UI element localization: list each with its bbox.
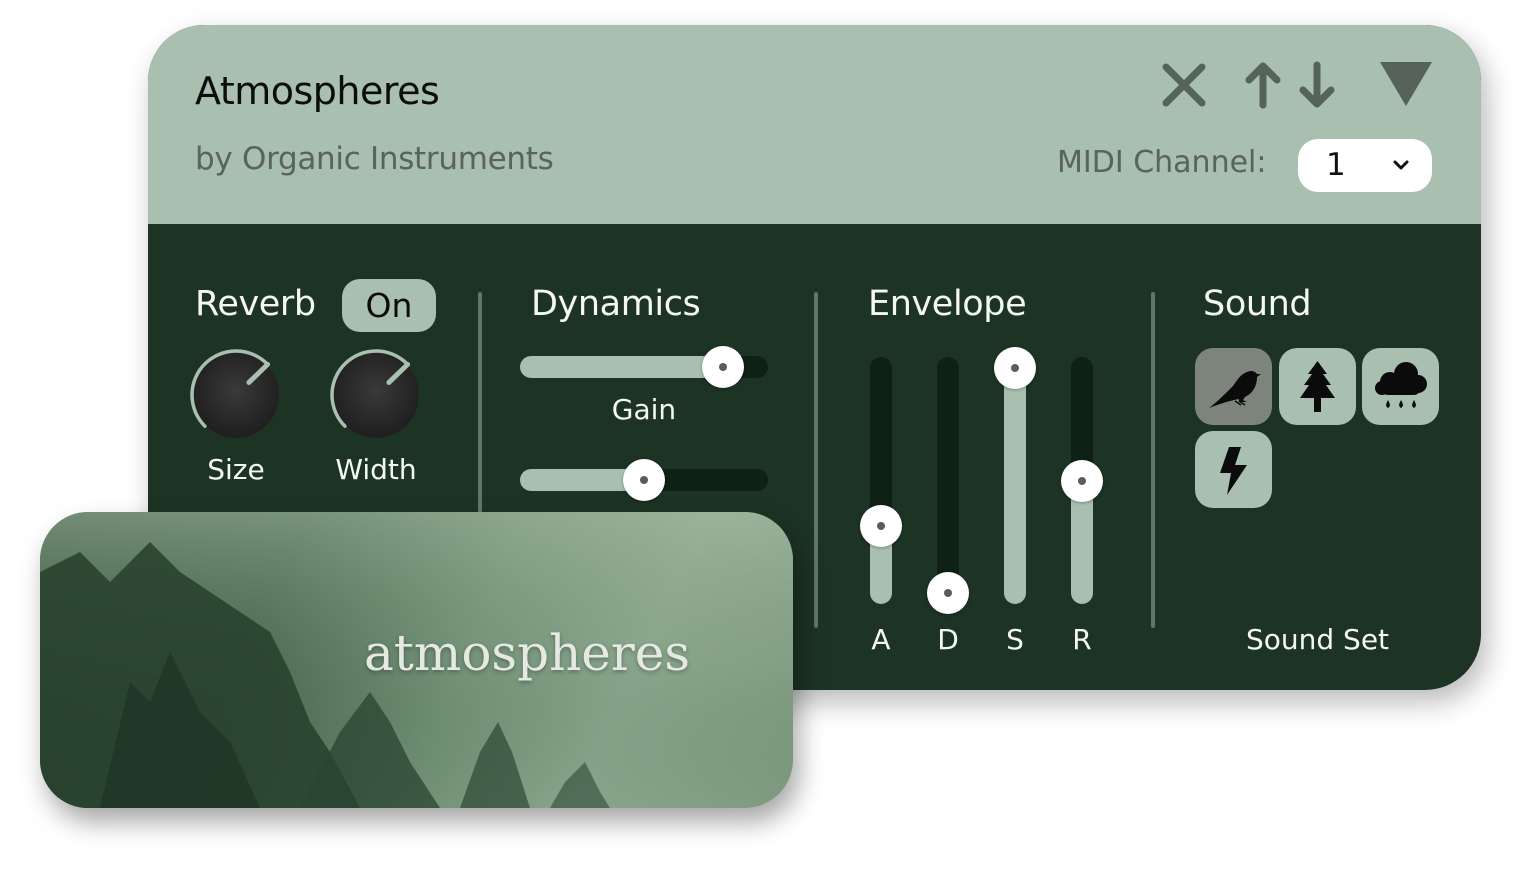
sustain-slider[interactable] (994, 347, 1036, 604)
reverb-size-knob[interactable] (186, 345, 286, 445)
knob-label-width: Width (335, 453, 417, 486)
sound-button-tree[interactable] (1279, 348, 1356, 425)
envelope-label-r: R (1072, 623, 1092, 656)
attack-slider[interactable] (860, 357, 902, 604)
envelope-label-s: S (1006, 623, 1024, 656)
collapse-triangle-icon[interactable] (1378, 60, 1434, 112)
reverb-toggle[interactable]: On (342, 279, 436, 332)
section-divider (1151, 292, 1155, 628)
arrow-down-icon[interactable] (1298, 61, 1336, 113)
reverb-title: Reverb (195, 284, 316, 324)
slider-thumb[interactable] (1061, 459, 1103, 502)
reverb-width-knob[interactable] (326, 345, 426, 445)
chevron-down-icon (1392, 157, 1410, 176)
gain-slider[interactable] (520, 346, 768, 388)
knob-label-size: Size (207, 453, 265, 486)
midi-channel-select[interactable]: 1 (1298, 139, 1432, 192)
slider-thumb[interactable] (702, 346, 745, 388)
instrument-author: by Organic Instruments (195, 141, 554, 177)
sound-button-lightning[interactable] (1195, 431, 1272, 508)
bird-icon (1209, 370, 1261, 408)
slider-thumb[interactable] (994, 347, 1036, 389)
panel-header: Atmospheres by Organic Instruments MIDI … (148, 25, 1481, 224)
instrument-title: Atmospheres (195, 69, 440, 113)
close-icon[interactable] (1160, 61, 1208, 113)
sound-set-label: Sound Set (1245, 623, 1390, 656)
artwork-card: atmospheres (40, 512, 793, 808)
midi-channel-label: MIDI Channel: (1057, 145, 1267, 180)
arrow-up-icon[interactable] (1244, 61, 1282, 113)
section-divider (814, 292, 818, 628)
release-slider[interactable] (1061, 357, 1103, 604)
sound-button-rain[interactable] (1362, 348, 1439, 425)
dynamics-slider-2[interactable] (520, 459, 768, 501)
slider-thumb[interactable] (860, 504, 902, 547)
slider-fill (1004, 357, 1026, 604)
sound-title: Sound (1203, 284, 1312, 324)
envelope-label-a: A (871, 623, 891, 656)
artwork-title: atmospheres (364, 624, 691, 682)
rain-cloud-icon (1375, 362, 1427, 408)
sound-button-bird[interactable] (1195, 348, 1272, 425)
lightning-icon (1220, 447, 1247, 495)
tree-icon (1300, 361, 1335, 412)
envelope-label-d: D (937, 623, 959, 656)
envelope-title: Envelope (868, 284, 1027, 324)
slider-thumb[interactable] (927, 572, 969, 614)
midi-channel-value: 1 (1326, 147, 1346, 183)
gain-label: Gain (611, 393, 677, 426)
decay-slider[interactable] (927, 357, 969, 614)
slider-thumb[interactable] (623, 459, 665, 501)
dynamics-title: Dynamics (531, 284, 701, 324)
